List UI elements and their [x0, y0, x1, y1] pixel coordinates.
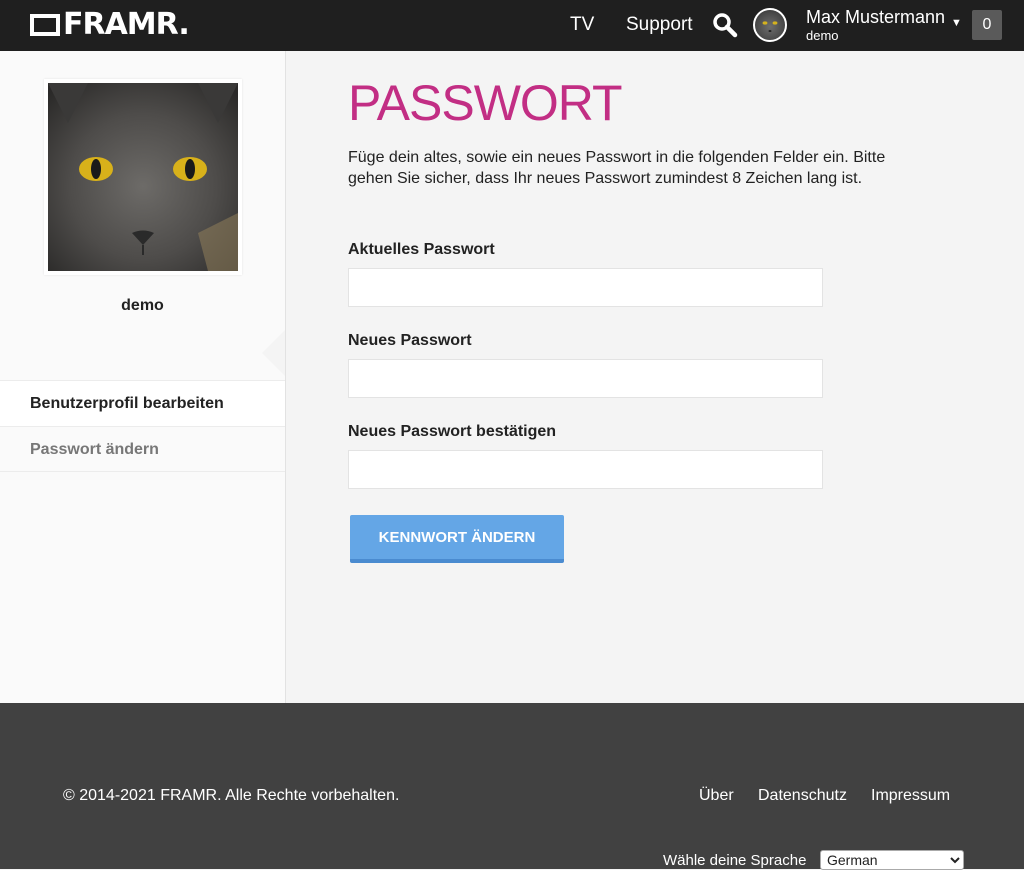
framr-logo[interactable]: FRAMR. — [30, 7, 190, 42]
new-password-input[interactable] — [348, 359, 823, 398]
cat-photo-icon — [48, 83, 238, 271]
profile-photo — [44, 79, 242, 275]
footer-link-about[interactable]: Über — [699, 787, 734, 805]
logo-text: FRAMR. — [63, 7, 190, 42]
logo-frame-icon — [30, 14, 60, 36]
cat-avatar-icon — [762, 21, 778, 32]
language-select[interactable]: German — [820, 850, 964, 870]
notification-badge[interactable]: 0 — [972, 10, 1002, 40]
sidebar-item-change-password[interactable]: Passwort ändern — [0, 426, 285, 472]
confirm-password-input[interactable] — [348, 450, 823, 489]
profile-sidebar: demo Benutzerprofil bearbeiten Passwort … — [0, 51, 286, 703]
user-name[interactable]: Max Mustermann — [806, 7, 945, 28]
new-password-label: Neues Passwort — [348, 332, 472, 349]
footer: © 2014-2021 FRAMR. Alle Rechte vorbehalt… — [0, 703, 1024, 870]
profile-name: demo — [121, 297, 164, 314]
page-title: PASSWORT — [348, 75, 623, 131]
nav-link-support[interactable]: Support — [626, 14, 693, 36]
active-menu-pointer — [262, 330, 285, 376]
page-description: Füge dein altes, sowie ein neues Passwor… — [348, 149, 886, 187]
nav-link-tv[interactable]: TV — [570, 14, 594, 36]
current-password-input[interactable] — [348, 268, 823, 307]
user-menu-caret-icon[interactable]: ▼ — [951, 17, 962, 29]
top-navigation-bar: FRAMR. TV Support Max Mustermann demo ▼ … — [0, 0, 1024, 51]
user-avatar[interactable] — [753, 8, 787, 42]
current-password-label: Aktuelles Passwort — [348, 241, 495, 258]
footer-link-imprint[interactable]: Impressum — [871, 787, 950, 805]
user-username: demo — [806, 28, 839, 43]
search-icon[interactable] — [712, 12, 738, 38]
confirm-password-label: Neues Passwort bestätigen — [348, 423, 557, 440]
language-label: Wähle deine Sprache — [663, 852, 807, 869]
copyright-text: © 2014-2021 FRAMR. Alle Rechte vorbehalt… — [63, 787, 400, 804]
sidebar-item-edit-profile[interactable]: Benutzerprofil bearbeiten — [0, 380, 285, 426]
footer-link-privacy[interactable]: Datenschutz — [758, 787, 847, 805]
change-password-button[interactable]: KENNWORT ÄNDERN — [350, 515, 564, 563]
